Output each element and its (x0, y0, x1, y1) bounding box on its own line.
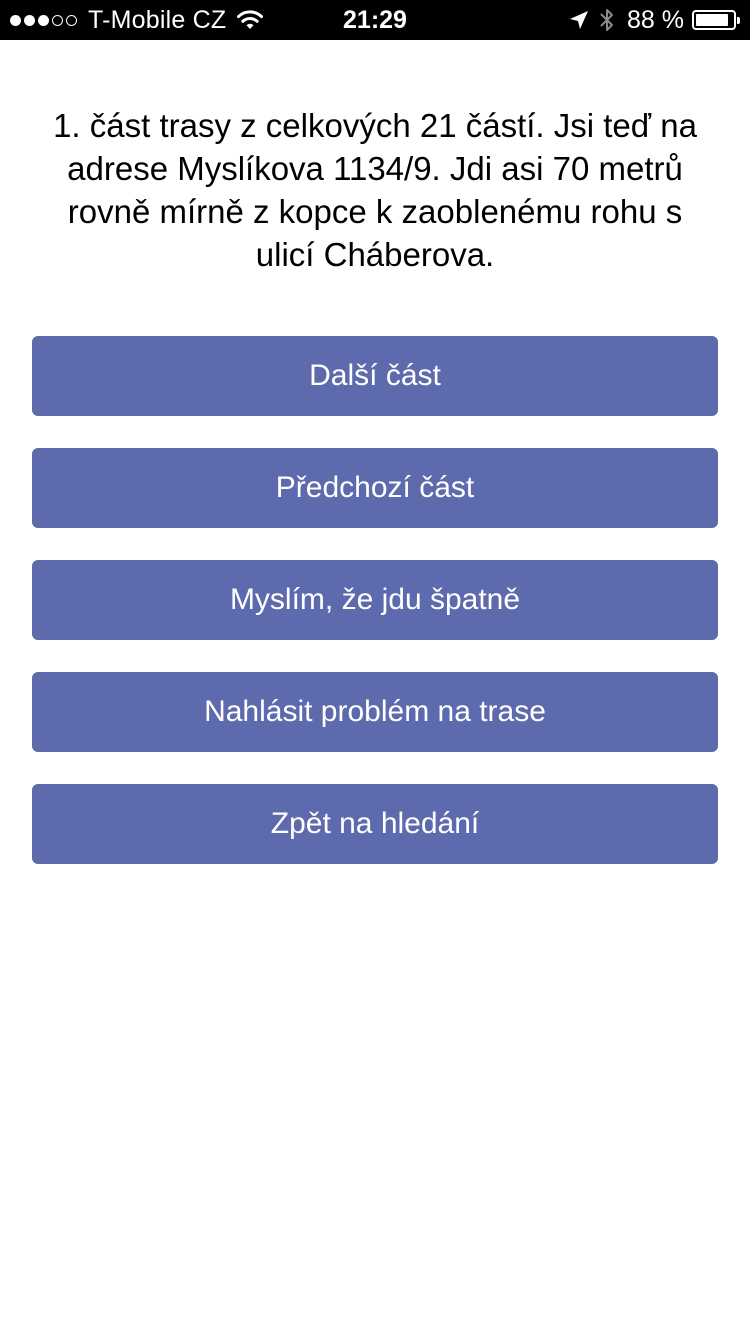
previous-part-button[interactable]: Předchozí část (32, 448, 718, 528)
status-bar-right: 88 % (569, 0, 740, 40)
report-problem-button[interactable]: Nahlásit problém na trase (32, 672, 718, 752)
route-instruction-text: 1. část trasy z celkových 21 částí. Jsi … (53, 107, 697, 273)
battery-percentage: 88 % (627, 5, 684, 34)
bluetooth-icon (600, 9, 614, 31)
battery-level-fill (696, 14, 728, 26)
back-to-search-button[interactable]: Zpět na hledání (32, 784, 718, 864)
status-bar: T-Mobile CZ 21:29 88 % (0, 0, 750, 40)
battery-tip (737, 17, 740, 24)
location-arrow-icon (570, 11, 589, 29)
going-wrong-button[interactable]: Myslím, že jdu špatně (32, 560, 718, 640)
next-part-button[interactable]: Další část (32, 336, 718, 416)
battery-icon (692, 10, 740, 30)
